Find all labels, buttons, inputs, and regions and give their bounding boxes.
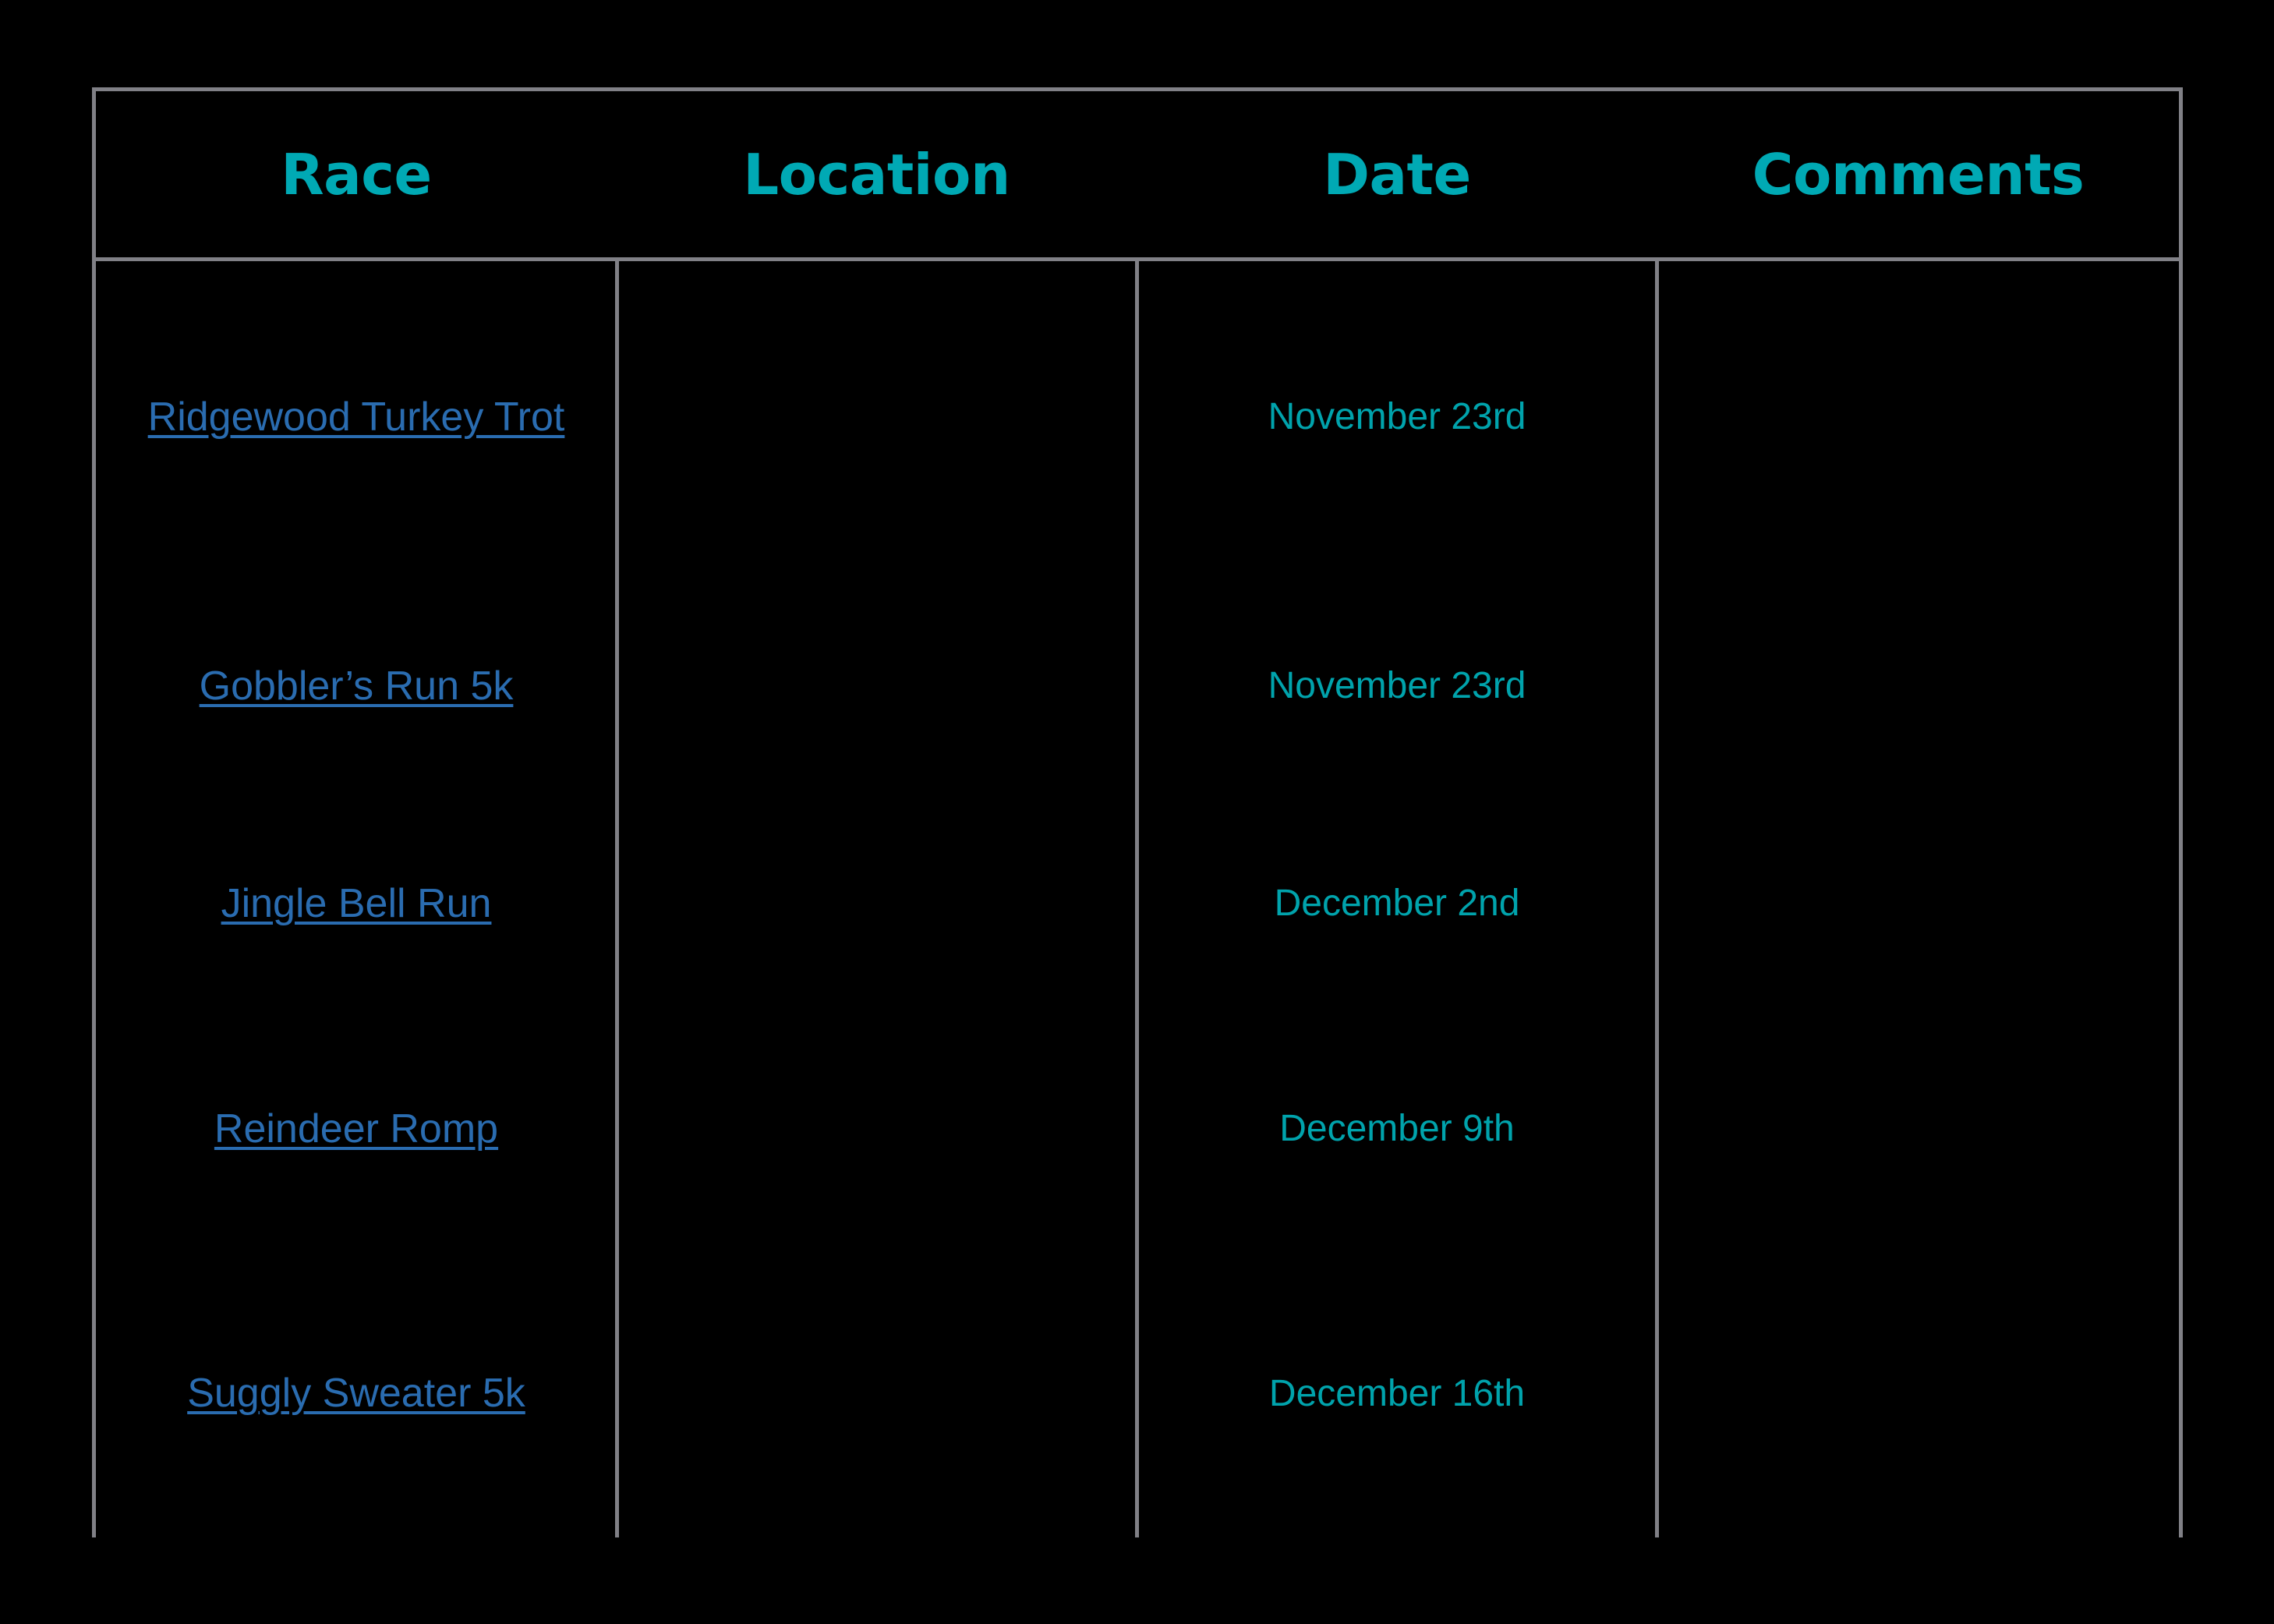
cell-race: Gobbler’s Run 5k <box>96 573 617 799</box>
column-header-race-label: Race <box>281 141 432 207</box>
cell-location[interactable] <box>617 1250 1137 1537</box>
column-header-comments-label: Comments <box>1752 141 2085 207</box>
race-link[interactable]: Gobbler’s Run 5k <box>200 663 514 710</box>
race-link[interactable]: Reindeer Romp <box>214 1106 498 1153</box>
page-root: Race Location Date Comments Ridgewood Tu… <box>0 0 2274 1624</box>
cell-location[interactable] <box>617 573 1137 799</box>
cell-date: December 16th <box>1137 1250 1657 1537</box>
table-row: Suggly Sweater 5k December 16th <box>96 1250 2179 1537</box>
table-row: Jingle Bell Run December 2nd <box>96 799 2179 1008</box>
table-body: Ridgewood Turkey Trot November 23rd Gobb… <box>96 261 2179 1537</box>
cell-location[interactable] <box>617 1008 1137 1250</box>
race-schedule-table: Race Location Date Comments Ridgewood Tu… <box>92 87 2183 1537</box>
column-header-location: Location <box>617 91 1137 257</box>
cell-date-value: November 23rd <box>1268 396 1526 438</box>
cell-comments[interactable] <box>1657 1008 2179 1250</box>
column-header-date: Date <box>1137 91 1657 257</box>
cell-date-value: December 9th <box>1279 1108 1515 1150</box>
cell-date: December 2nd <box>1137 799 1657 1008</box>
column-header-location-label: Location <box>743 141 1010 207</box>
race-link[interactable]: Ridgewood Turkey Trot <box>148 394 565 441</box>
race-link[interactable]: Jingle Bell Run <box>221 880 492 928</box>
column-header-date-label: Date <box>1323 141 1471 207</box>
cell-date-value: December 2nd <box>1274 883 1520 925</box>
table-rows: Ridgewood Turkey Trot November 23rd Gobb… <box>96 261 2179 1537</box>
cell-date-value: December 16th <box>1268 1372 1526 1414</box>
table-row: Ridgewood Turkey Trot November 23rd <box>96 261 2179 573</box>
cell-comments[interactable] <box>1657 261 2179 573</box>
cell-date: November 23rd <box>1137 573 1657 799</box>
cell-location[interactable] <box>617 261 1137 573</box>
table-header-row: Race Location Date Comments <box>96 91 2179 261</box>
cell-race: Ridgewood Turkey Trot <box>96 261 617 573</box>
column-header-race: Race <box>96 91 617 257</box>
cell-comments[interactable] <box>1657 1250 2179 1537</box>
cell-date-value: November 23rd <box>1268 665 1526 707</box>
cell-race: Reindeer Romp <box>96 1008 617 1250</box>
cell-location[interactable] <box>617 799 1137 1008</box>
cell-date: November 23rd <box>1137 261 1657 573</box>
table-row: Gobbler’s Run 5k November 23rd <box>96 573 2179 799</box>
cell-comments[interactable] <box>1657 573 2179 799</box>
race-link[interactable]: Suggly Sweater 5k <box>187 1370 525 1417</box>
cell-date: December 9th <box>1137 1008 1657 1250</box>
cell-race: Jingle Bell Run <box>96 799 617 1008</box>
cell-comments[interactable] <box>1657 799 2179 1008</box>
cell-race: Suggly Sweater 5k <box>96 1250 617 1537</box>
table-row: Reindeer Romp December 9th <box>96 1008 2179 1250</box>
column-header-comments: Comments <box>1657 91 2179 257</box>
